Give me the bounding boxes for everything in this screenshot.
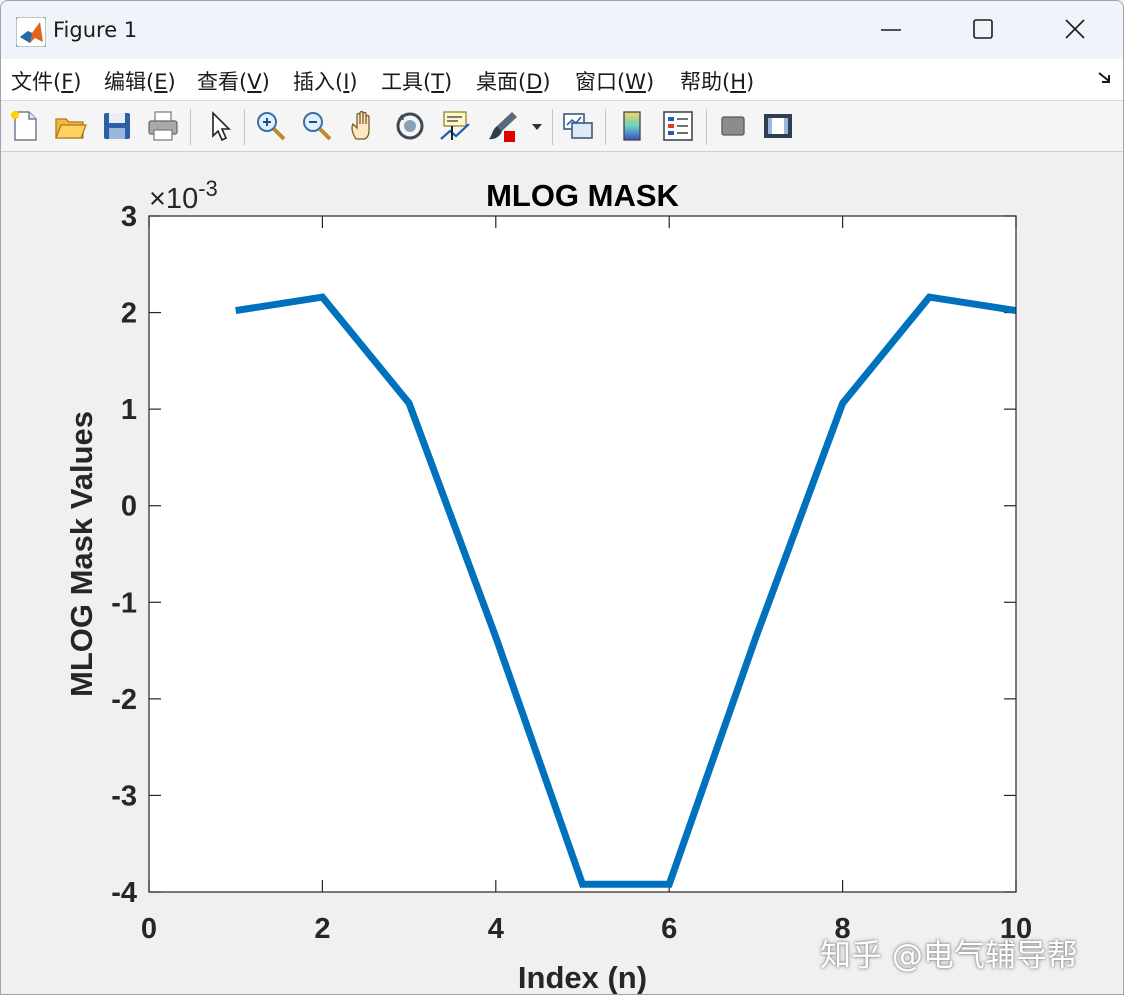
data-cursor-icon[interactable] <box>438 109 472 143</box>
exponent-base: ×10 <box>149 183 198 215</box>
close-icon <box>1065 19 1085 39</box>
y-tick-label: -1 <box>111 587 137 619</box>
toolbar-separator <box>706 109 707 145</box>
y-axis-label: MLOG Mask Values <box>64 411 99 697</box>
figure-canvas[interactable]: 0 2 4 6 8 10 -4 -3 -2 -1 0 1 2 3 MLOG MASK Index (n) … <box>1 152 1123 994</box>
maximize-button[interactable] <box>949 7 1019 53</box>
y-tick-label: -4 <box>111 877 137 909</box>
toolbar-dock-arrow-icon[interactable] <box>1097 71 1113 85</box>
show-plot-tools-icon[interactable] <box>761 109 795 143</box>
y-tick-label: 3 <box>121 201 137 233</box>
minimize-button[interactable] <box>857 7 927 53</box>
maximize-icon <box>973 19 993 39</box>
exponent-power: -3 <box>198 176 218 201</box>
colorbar-icon[interactable] <box>615 109 649 143</box>
chart-title: MLOG MASK <box>486 178 679 213</box>
x-tick-label: 6 <box>661 913 677 945</box>
toolbar-separator <box>552 109 553 145</box>
toolbar-separator <box>190 109 191 145</box>
menu-desktop[interactable]: 桌面(D) <box>476 66 551 96</box>
hide-plot-tools-icon[interactable] <box>716 109 750 143</box>
brush-icon[interactable] <box>486 109 520 143</box>
link-plot-icon[interactable] <box>561 109 595 143</box>
figure-toolbar <box>1 101 1123 152</box>
menu-edit[interactable]: 编辑(E) <box>104 66 176 96</box>
menu-bar: 文件(F) 编辑(E) 查看(V) 插入(I) 工具(T) 桌面(D) 窗口(W… <box>1 59 1123 101</box>
edit-plot-arrow-icon[interactable] <box>203 109 237 143</box>
y-tick-label: 0 <box>121 491 137 523</box>
zoom-in-icon[interactable] <box>254 109 288 143</box>
axes-background[interactable] <box>149 216 1016 892</box>
y-tick-label: 2 <box>121 298 137 330</box>
window-title: Figure 1 <box>53 18 138 42</box>
menu-view[interactable]: 查看(V) <box>197 66 270 96</box>
minimize-icon <box>881 29 901 31</box>
menu-insert[interactable]: 插入(I) <box>293 66 358 96</box>
rotate-3d-icon[interactable] <box>393 109 427 143</box>
y-tick-label: -2 <box>111 684 137 716</box>
matlab-logo-icon <box>16 17 46 47</box>
menu-help[interactable]: 帮助(H) <box>680 66 754 96</box>
title-bar[interactable]: Figure 1 <box>1 1 1123 59</box>
toolbar-separator <box>605 109 606 145</box>
y-tick-label: 1 <box>121 394 137 426</box>
y-tick-label: -3 <box>111 780 137 812</box>
menu-tools[interactable]: 工具(T) <box>381 66 452 96</box>
save-icon[interactable] <box>100 109 134 143</box>
plot-svg: 0 2 4 6 8 10-4-3-2-10123 MLOG MASK Index (n) … <box>64 176 1032 994</box>
menu-window[interactable]: 窗口(W) <box>575 66 654 96</box>
print-icon[interactable] <box>146 109 180 143</box>
brush-dropdown-icon[interactable] <box>529 109 545 143</box>
pan-hand-icon[interactable] <box>347 109 381 143</box>
watermark: 知乎 @电气辅导帮 <box>820 938 1078 974</box>
new-figure-icon[interactable] <box>8 109 42 143</box>
x-axis-label: Index (n) <box>518 960 647 994</box>
open-file-icon[interactable] <box>53 109 87 143</box>
x-tick-label: 0 <box>141 913 157 945</box>
toolbar-separator <box>244 109 245 145</box>
close-button[interactable] <box>1041 7 1111 53</box>
figure-window: Figure 1 文件(F) 编辑(E) 查看(V) 插入(I) 工具(T) 桌… <box>0 0 1124 995</box>
legend-icon[interactable] <box>661 109 695 143</box>
x-tick-label: 4 <box>488 913 504 945</box>
menu-file[interactable]: 文件(F) <box>11 66 82 96</box>
zoom-out-icon[interactable] <box>300 109 334 143</box>
x-tick-label: 2 <box>314 913 330 945</box>
y-axis-exponent: ×10-3 <box>149 176 218 215</box>
